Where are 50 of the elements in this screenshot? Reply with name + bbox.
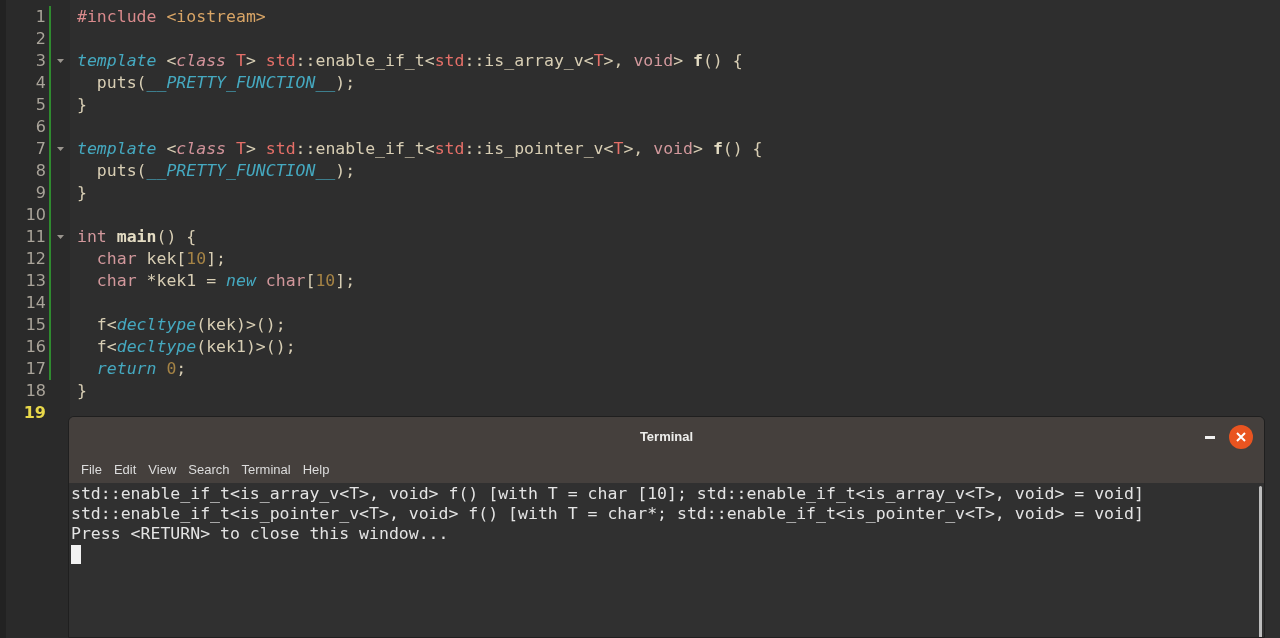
code-line: char *kek1 = new char[10]; [95, 270, 356, 292]
fold-arrow-icon[interactable] [57, 235, 64, 239]
code-line: f<decltype(kek)>(); [95, 314, 286, 336]
line-number: 3 [34, 50, 46, 72]
code-line: } [77, 94, 87, 116]
line-number: 11 [24, 226, 46, 248]
code-line: template <class T> std::enable_if_t<std::is_pointer_v<T>, void> f() { [77, 138, 763, 160]
code-line: f<decltype(kek1)>(); [95, 336, 296, 358]
menu-item[interactable]: File [75, 460, 108, 480]
code-line: int main() { [77, 226, 197, 248]
terminal-output-line: std::enable_if_t<is_pointer_v<T>, void> f() [with T = char*; std::enable_if_t<is_pointer_v<T>, void> = void] [71, 504, 1144, 524]
line-number: 17 [24, 358, 46, 380]
menu-item[interactable]: Help [296, 460, 336, 480]
code-line: puts(__PRETTY_FUNCTION__); [95, 72, 356, 94]
line-number: 8 [34, 160, 46, 182]
line-number: 6 [34, 116, 46, 138]
close-button[interactable] [1229, 425, 1253, 449]
menu-item[interactable]: Terminal [235, 460, 297, 480]
code-line: } [77, 380, 87, 402]
line-number: 7 [34, 138, 46, 160]
line-number: 12 [24, 248, 46, 270]
menu-item[interactable]: Search [182, 460, 236, 480]
code-line: #include <iostream> [77, 6, 266, 28]
line-number: 15 [24, 314, 46, 336]
line-number: 1 [34, 6, 46, 28]
line-number: 9 [34, 182, 46, 204]
code-line: char kek[10]; [95, 248, 227, 270]
fold-arrow-icon[interactable] [57, 59, 64, 63]
code-line: puts(__PRETTY_FUNCTION__); [95, 160, 356, 182]
line-number: 18 [24, 380, 46, 402]
line-number: 5 [34, 94, 46, 116]
line-number: 10 [24, 204, 46, 226]
code-line: } [77, 182, 87, 204]
code-line: return 0; [95, 358, 187, 380]
terminal-output-line: std::enable_if_t<is_array_v<T>, void> f() [with T = char [10]; std::enable_if_t<is_array_v<T>, void> = void] [71, 484, 1144, 504]
close-icon [1236, 432, 1246, 442]
line-number: 16 [24, 336, 46, 358]
line-number: 19 [22, 402, 46, 424]
line-number: 14 [24, 292, 46, 314]
terminal-output-line: Press <RETURN> to close this window... [71, 524, 449, 544]
scrollbar-thumb[interactable] [1258, 486, 1262, 637]
line-number: 2 [34, 28, 46, 50]
fold-arrow-icon[interactable] [57, 147, 64, 151]
menu-item[interactable]: Edit [107, 460, 143, 480]
code-line: template <class T> std::enable_if_t<std::is_array_v<T>, void> f() { [77, 50, 743, 72]
terminal-cursor [71, 545, 81, 564]
line-number: 13 [24, 270, 46, 292]
window-title: Terminal [639, 428, 694, 447]
line-number: 4 [34, 72, 46, 94]
menu-item[interactable]: View [142, 460, 183, 480]
